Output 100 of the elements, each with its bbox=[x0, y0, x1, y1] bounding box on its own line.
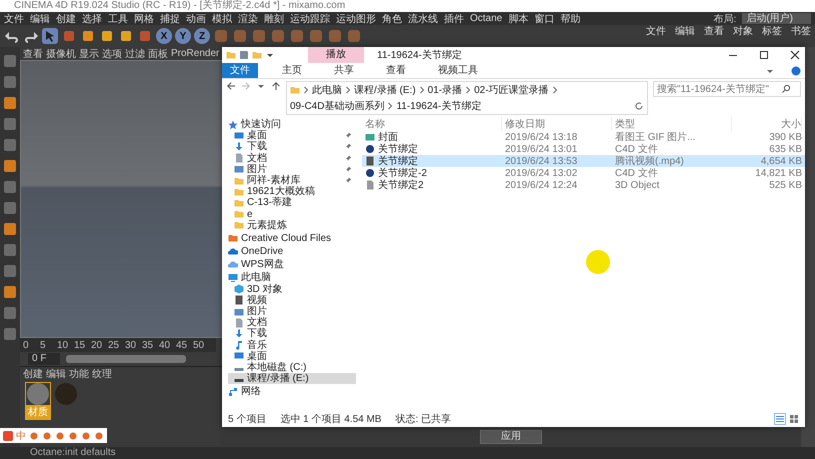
axis-button[interactable]: X bbox=[156, 28, 172, 44]
file-row[interactable]: 关节绑定2 2019/6/24 12:24 3D Object 525 KB bbox=[362, 179, 805, 191]
pin-icon[interactable] bbox=[345, 143, 352, 150]
tool-icon[interactable] bbox=[61, 28, 77, 44]
back-arrow-icon[interactable] bbox=[226, 81, 236, 91]
menu-item[interactable]: 标签 bbox=[762, 26, 782, 38]
sidebar-item[interactable]: Creative Cloud Files bbox=[228, 232, 356, 244]
menu-item[interactable]: 文件 bbox=[4, 12, 24, 26]
ime-mode-toggle[interactable]: 中 bbox=[16, 428, 26, 442]
menu-item[interactable]: 文件 bbox=[646, 26, 666, 38]
tool-icon[interactable] bbox=[289, 28, 305, 44]
column-header[interactable]: 修改日期 bbox=[502, 117, 612, 131]
chevron-right-icon[interactable] bbox=[465, 85, 472, 95]
file-row[interactable]: 封面 2019/6/24 13:18 看图王 GIF 图片... 390 KB bbox=[362, 131, 805, 143]
ribbon-tab[interactable]: 文件 bbox=[222, 63, 258, 78]
tool-icon[interactable] bbox=[80, 28, 96, 44]
menu-item[interactable]: 显示 bbox=[79, 46, 99, 60]
sidebar-item[interactable]: 视频 bbox=[228, 294, 356, 306]
menu-item[interactable]: 查看 bbox=[704, 26, 724, 38]
ribbon-tab[interactable]: 共享 bbox=[326, 63, 362, 78]
sidebar-item[interactable]: 文档 bbox=[228, 152, 356, 164]
tool-icon[interactable] bbox=[327, 28, 343, 44]
sidebar-item[interactable]: WPS网盘 bbox=[228, 259, 356, 270]
menu-item[interactable]: 工具 bbox=[108, 12, 128, 26]
menu-item[interactable]: 选项 bbox=[102, 46, 122, 60]
tool-icon[interactable] bbox=[2, 200, 18, 216]
menu-item[interactable]: 雕刻 bbox=[264, 12, 284, 26]
ribbon-tab[interactable]: 视频工具 bbox=[430, 63, 486, 78]
menu-item[interactable]: 流水线 bbox=[408, 12, 438, 26]
file-row[interactable]: 关节绑定-2 2019/6/24 13:02 C4D 文件 14,821 KB bbox=[362, 167, 805, 179]
tool-icon[interactable] bbox=[137, 28, 153, 44]
breadcrumb-item[interactable]: 02-巧匠课堂录播 bbox=[474, 83, 549, 97]
axis-button[interactable]: Y bbox=[175, 28, 191, 44]
menu-item[interactable]: 动画 bbox=[186, 12, 206, 26]
menu-item[interactable]: 网格 bbox=[134, 12, 154, 26]
address-bar[interactable]: 此电脑 课程/录播 (E:) 01-录播 02-巧匠课堂录播 09-C4D基础动画系列 11-19624-关节绑定 bbox=[286, 81, 648, 115]
tool-icon[interactable] bbox=[2, 158, 18, 174]
tool-icon[interactable] bbox=[346, 28, 362, 44]
tool-icon[interactable] bbox=[2, 179, 18, 195]
sidebar-item[interactable]: 下载 bbox=[228, 328, 356, 340]
sidebar-item[interactable]: 阿祥-素材库 bbox=[228, 174, 356, 186]
maximize-icon[interactable] bbox=[758, 49, 770, 61]
refresh-icon[interactable] bbox=[634, 101, 644, 111]
breadcrumb-item[interactable]: 11-19624-关节绑定 bbox=[396, 99, 482, 113]
breadcrumb-item[interactable]: 此电脑 bbox=[312, 83, 342, 97]
file-row[interactable]: 关节绑定 2019/6/24 13:53 腾讯视频(.mp4) 4,654 KB bbox=[362, 155, 805, 167]
chevron-right-icon[interactable] bbox=[418, 85, 425, 95]
menu-item[interactable]: 功能 bbox=[69, 366, 89, 380]
tool-icon[interactable] bbox=[99, 28, 115, 44]
menu-item[interactable]: 模拟 bbox=[212, 12, 232, 26]
menu-item[interactable]: 编辑 bbox=[46, 366, 66, 380]
timeline[interactable]: 0 5 10 15 20 25 30 35 40 45 50 bbox=[20, 338, 216, 352]
tool-icon[interactable] bbox=[2, 263, 18, 279]
pin-icon[interactable] bbox=[345, 166, 352, 173]
breadcrumb-item[interactable]: 课程/录播 (E:) bbox=[354, 83, 416, 97]
save-icon[interactable] bbox=[239, 50, 249, 60]
sidebar-item[interactable]: 桌面 bbox=[228, 350, 356, 362]
pin-icon[interactable] bbox=[345, 154, 352, 162]
timeline-scrollbar[interactable] bbox=[66, 355, 186, 363]
breadcrumb-item[interactable]: 01-录播 bbox=[428, 83, 462, 97]
menu-item[interactable]: 纹理 bbox=[92, 366, 112, 380]
tool-icon[interactable] bbox=[270, 28, 286, 44]
chevron-right-icon[interactable] bbox=[303, 85, 309, 95]
tool-icon[interactable] bbox=[2, 95, 18, 111]
tool-icon[interactable] bbox=[251, 28, 267, 44]
menu-item[interactable]: 摄像机 bbox=[46, 46, 76, 60]
help-icon[interactable] bbox=[791, 66, 801, 76]
sidebar-item[interactable]: 此电脑 bbox=[228, 272, 356, 284]
sidebar-item[interactable]: 音乐 bbox=[228, 340, 356, 351]
menu-item[interactable]: 创建 bbox=[56, 12, 76, 26]
pin-icon[interactable] bbox=[345, 132, 352, 140]
column-header[interactable]: 大小 bbox=[732, 117, 802, 131]
tool-icon[interactable] bbox=[2, 74, 18, 90]
sidebar-item[interactable]: OneDrive bbox=[228, 246, 356, 258]
column-header[interactable]: 名称 bbox=[362, 117, 502, 131]
axis-button[interactable]: Z bbox=[194, 28, 210, 44]
sidebar-item[interactable]: 本地磁盘 (C:) bbox=[228, 362, 356, 374]
menu-item[interactable]: 角色 bbox=[382, 12, 402, 26]
menu-item[interactable]: 运动图形 bbox=[336, 12, 376, 26]
menu-item[interactable]: 捕捉 bbox=[160, 12, 180, 26]
sidebar-item[interactable]: e bbox=[228, 208, 356, 220]
sidebar-item[interactable]: 图片 bbox=[228, 164, 356, 175]
ribbon-tab[interactable]: 查看 bbox=[378, 63, 414, 78]
chevron-right-icon[interactable] bbox=[345, 85, 351, 95]
sidebar-item[interactable]: 课程/录播 (E:) bbox=[228, 373, 356, 384]
sidebar-item[interactable]: 19621大概效稿 bbox=[228, 186, 356, 198]
file-row[interactable]: 关节绑定 2019/6/24 13:01 C4D 文件 635 KB bbox=[362, 143, 805, 155]
close-icon[interactable] bbox=[789, 49, 801, 61]
sidebar-item[interactable]: 文档 bbox=[228, 317, 356, 328]
sidebar-item[interactable]: 桌面 bbox=[228, 130, 356, 142]
menu-item[interactable]: ProRender bbox=[171, 48, 220, 59]
tool-icon[interactable] bbox=[2, 305, 18, 321]
menu-item[interactable]: 脚本 bbox=[508, 12, 528, 26]
menu-item[interactable]: 编辑 bbox=[675, 26, 695, 38]
tool-icon[interactable] bbox=[2, 284, 18, 300]
sidebar-item[interactable]: 下载 bbox=[228, 141, 356, 153]
sidebar-item[interactable]: 元素提炼 bbox=[228, 220, 356, 231]
pointer-icon[interactable] bbox=[42, 28, 58, 44]
details-view-icon[interactable] bbox=[775, 414, 785, 424]
tool-icon[interactable] bbox=[2, 53, 18, 69]
